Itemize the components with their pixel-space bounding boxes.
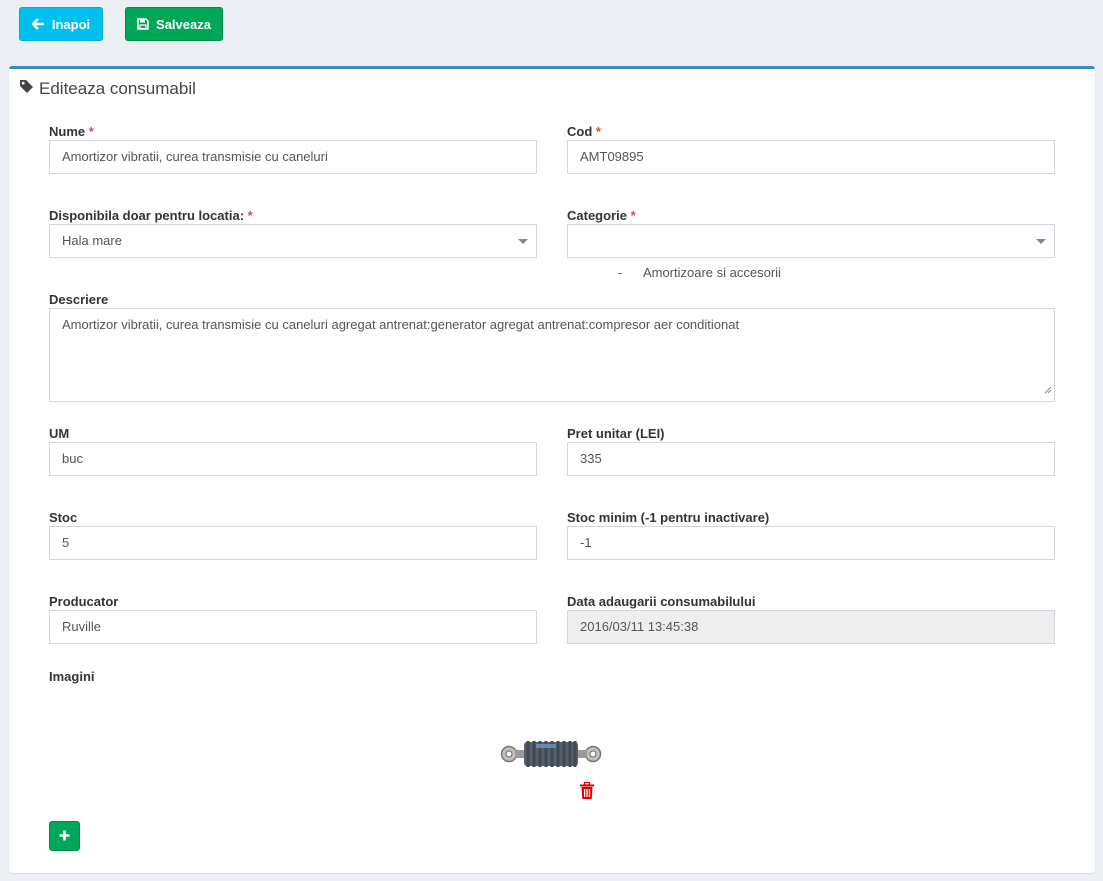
top-toolbar: Inapoi Salveaza (19, 7, 223, 41)
producator-label: Producator (49, 594, 119, 609)
consumable-image-thumbnail[interactable] (500, 738, 602, 773)
nume-label: Nume * (49, 124, 94, 139)
field-data-adaugarii: Data adaugarii consumabilului 2016/03/11… (567, 594, 1055, 644)
field-um: UM buc (49, 426, 537, 476)
save-button[interactable]: Salveaza (125, 7, 223, 41)
stoc-minim-input[interactable]: -1 (567, 526, 1055, 560)
descriere-textarea[interactable]: Amortizor vibratii, curea transmisie cu … (49, 308, 1055, 402)
categorie-label: Categorie * (567, 208, 636, 223)
add-image-button[interactable] (49, 821, 80, 851)
field-pret: Pret unitar (LEI) 335 (567, 426, 1055, 476)
um-input[interactable]: buc (49, 442, 537, 476)
locatie-select[interactable]: Hala mare (49, 224, 537, 258)
pret-input[interactable]: 335 (567, 442, 1055, 476)
data-adaugarii-label: Data adaugarii consumabilului (567, 594, 756, 609)
save-button-label: Salveaza (156, 16, 211, 32)
um-label: UM (49, 426, 70, 441)
imagini-label: Imagini (49, 669, 95, 684)
descriere-label: Descriere (49, 292, 109, 307)
chevron-down-icon (518, 239, 528, 244)
stoc-input[interactable]: 5 (49, 526, 537, 560)
stoc-label: Stoc (49, 510, 78, 525)
field-cod: Cod * AMT09895 (567, 124, 1055, 174)
field-stoc: Stoc 5 (49, 510, 537, 560)
descriere-text: Amortizor vibratii, curea transmisie cu … (62, 317, 740, 332)
delete-image-button[interactable] (579, 781, 595, 803)
field-descriere: Descriere Amortizor vibratii, curea tran… (49, 292, 1055, 402)
cod-label: Cod * (567, 124, 601, 139)
pret-label: Pret unitar (LEI) (567, 426, 665, 441)
field-categorie: Categorie * - Amortizoare si accesorii (567, 208, 1055, 280)
locatie-selected-value: Hala mare (62, 233, 122, 248)
tag-icon (19, 79, 34, 99)
producator-input[interactable]: Ruville (49, 610, 537, 644)
panel-title-text: Editeaza consumabil (39, 79, 196, 98)
stoc-minim-label: Stoc minim (-1 pentru inactivare) (567, 510, 770, 525)
chevron-down-icon (1036, 239, 1046, 244)
locatie-label: Disponibila doar pentru locatia: * (49, 208, 253, 223)
edit-consumable-panel: Editeaza consumabil Nume * Amortizor vib… (9, 66, 1095, 873)
categorie-select[interactable]: - Amortizoare si accesorii (567, 224, 1055, 280)
field-nume: Nume * Amortizor vibratii, curea transmi… (49, 124, 537, 174)
field-stoc-minim: Stoc minim (-1 pentru inactivare) -1 (567, 510, 1055, 560)
nume-input[interactable]: Amortizor vibratii, curea transmisie cu … (49, 140, 537, 174)
plus-icon (59, 829, 70, 844)
trash-icon (579, 781, 595, 803)
arrow-left-icon (31, 18, 45, 30)
data-adaugarii-input: 2016/03/11 13:45:38 (567, 610, 1055, 644)
field-locatie: Disponibila doar pentru locatia: * Hala … (49, 208, 537, 258)
floppy-disk-icon (137, 18, 149, 30)
field-producator: Producator Ruville (49, 594, 537, 644)
panel-title: Editeaza consumabil (19, 79, 196, 99)
cod-input[interactable]: AMT09895 (567, 140, 1055, 174)
resize-handle-icon[interactable] (1044, 381, 1052, 399)
back-button[interactable]: Inapoi (19, 7, 103, 41)
categorie-selected-value: - Amortizoare si accesorii (617, 265, 781, 280)
back-button-label: Inapoi (51, 16, 91, 32)
